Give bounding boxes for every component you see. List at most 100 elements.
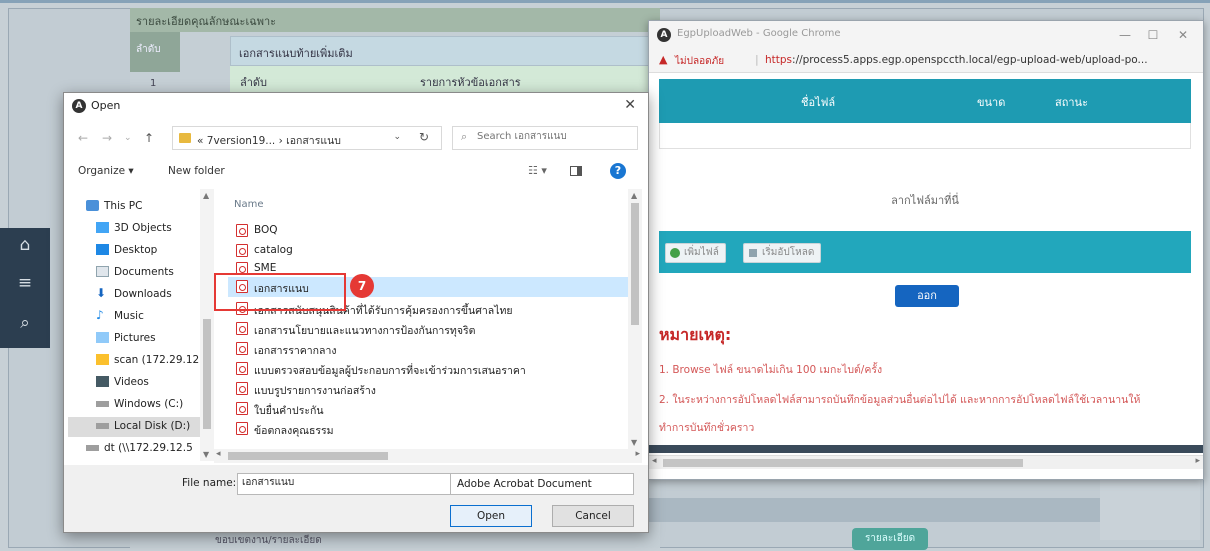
pdf-icon [236,382,248,395]
file-row[interactable]: แบบรูปรายการงานก่อสร้าง [228,379,628,399]
file-row[interactable]: catalog [228,241,628,261]
scroll-up-icon[interactable]: ▲ [631,191,637,200]
note-line-3: ทำการบันทึกชั่วคราว [659,422,755,434]
back-arrow-icon[interactable]: ← [78,131,88,145]
file-row[interactable]: เอกสารนโยบายและแนวทางการป้องกันการทุจริต [228,319,628,339]
tree-scrollbar[interactable]: ▲ ▼ [200,189,214,461]
tree-label: This PC [104,200,143,212]
organize-button[interactable]: Organize ▾ [78,165,134,177]
file-row[interactable]: ใบยื่นคำประกัน [228,399,628,419]
add-file-button[interactable]: เพิ่มไฟล์ [665,243,726,263]
tree-item-downloads[interactable]: ⬇ Downloads [68,285,200,305]
file-type-select[interactable]: Adobe Acrobat Document ⌄ [450,473,634,495]
tree-item-this-pc[interactable]: This PC [68,197,200,217]
tree-item-local-disk-d[interactable]: Local Disk (D:) [68,417,200,437]
tree-item-scan[interactable]: scan (172.29.12.1 [68,351,209,371]
start-upload-label: เริ่มอัปโหลด [762,247,815,258]
file-name: catalog [254,244,293,256]
detail-button[interactable]: รายละเอียด [852,528,928,550]
recent-chevron-icon[interactable]: ⌄ [124,133,132,143]
tree-item-videos[interactable]: Videos [68,373,200,393]
chrome-title-bar: A EgpUploadWeb - Google Chrome — ☐ ✕ [649,21,1203,49]
home-icon[interactable]: ⌂ [14,234,36,256]
file-row[interactable]: BOQ [228,221,628,241]
new-folder-button[interactable]: New folder [168,165,225,177]
forward-arrow-icon[interactable]: → [102,131,112,145]
tree-label: Pictures [114,332,156,344]
tree-item-documents[interactable]: Documents [68,263,200,283]
folder-icon [179,133,191,143]
preview-pane-icon[interactable] [570,166,582,176]
tree-label: dt (\\172.29.12.5 [104,442,193,454]
chrome-address-bar[interactable]: ▲ ไม่ปลอดภัย | https://process5.apps.egp… [649,49,1203,73]
3d-objects-icon [96,222,109,233]
file-name-input[interactable] [242,477,442,488]
tree-item-music[interactable]: ♪ Music [68,307,200,327]
file-row[interactable]: ข้อตกลงคุณธรรม [228,419,628,439]
view-options-icon[interactable]: ☷ ▾ [528,164,547,177]
detail-header: รายละเอียดคุณลักษณะเฉพาะ [130,8,660,32]
address-separator: | [755,53,759,66]
chrome-horizontal-scrollbar[interactable]: ◂ ▸ [649,455,1203,469]
scroll-thumb[interactable] [663,459,1023,467]
scroll-down-icon[interactable]: ▼ [203,450,209,459]
url-text: https://process5.apps.egp.openspccth.loc… [765,54,1148,66]
open-button[interactable]: Open [450,505,532,527]
side-nav: ⌂ ≡ ⌕ [0,228,50,348]
file-name-field[interactable]: ⌄ [237,473,469,495]
file-list-pane: Name BOQ catalog SME เอกสารแนบ เอกสารสนั… [224,189,644,459]
scroll-right-icon[interactable]: ▸ [1195,456,1200,466]
tree-item-windows-c[interactable]: Windows (C:) [68,395,200,415]
file-row[interactable]: แบบตรวจสอบข้อมูลผู้ประกอบการที่จะเข้าร่ว… [228,359,628,379]
scroll-left-icon[interactable]: ◂ [216,449,221,459]
menu-icon[interactable]: ≡ [14,272,36,294]
exit-button[interactable]: ออก [895,285,959,307]
drive-icon [96,423,109,429]
scroll-thumb[interactable] [203,319,211,429]
search-icon[interactable]: ⌕ [14,312,36,334]
help-icon[interactable]: ? [610,163,626,179]
scroll-thumb[interactable] [228,452,388,460]
scroll-right-icon[interactable]: ▸ [635,449,640,459]
file-type-dropdown-icon[interactable]: ⌄ [457,478,627,488]
tree-label: Desktop [114,244,158,256]
path-bar[interactable]: « 7version19... › เอกสารแนบ ⌄ ↻ [172,126,442,150]
name-column-header[interactable]: Name [234,199,264,210]
attachment-header-text: เอกสารแนบท้ายเพิ่มเติม [239,47,353,60]
file-list-scrollbar[interactable]: ▲ ▼ [628,189,642,449]
up-arrow-icon[interactable]: ↑ [144,131,154,145]
tree-item-desktop[interactable]: Desktop [68,241,200,261]
music-icon: ♪ [96,308,104,322]
pdf-icon [236,322,248,335]
file-name: เอกสารนโยบายและแนวทางการป้องกันการทุจริต [254,325,476,337]
tree-label: Music [114,310,144,322]
scroll-left-icon[interactable]: ◂ [652,456,657,466]
maximize-icon[interactable]: ☐ [1143,26,1163,44]
scroll-down-icon[interactable]: ▼ [631,438,637,447]
tree-item-pictures[interactable]: Pictures [68,329,200,349]
search-box[interactable]: ⌕ [452,126,638,150]
tree-label: Videos [114,376,149,388]
scroll-up-icon[interactable]: ▲ [203,191,209,200]
url-rest: ://process5.apps.egp.openspccth.local/eg… [792,54,1148,66]
drop-zone-text[interactable]: ลากไฟล์มาที่นี่ [659,191,1191,209]
scroll-thumb[interactable] [631,203,639,325]
file-name: เอกสารราคากลาง [254,345,337,357]
file-row[interactable]: เอกสารราคากลาง [228,339,628,359]
background-bottom-bar [640,498,1100,522]
refresh-icon[interactable]: ↻ [419,130,429,144]
attachment-columns: ลำดับ รายการหัวข้อเอกสาร [230,66,660,94]
path-dropdown-icon[interactable]: ⌄ [393,132,401,142]
minimize-icon[interactable]: — [1115,26,1135,44]
step-number-badge: 7 [350,274,374,298]
tree-item-dt[interactable]: dt (\\172.29.12.5 [68,439,200,459]
cancel-button[interactable]: Cancel [552,505,634,527]
path-text: « 7version19... › เอกสารแนบ [197,135,341,147]
tree-item-3d-objects[interactable]: 3D Objects [68,219,200,239]
close-icon[interactable]: ✕ [624,97,636,113]
dialog-nav-bar: ← → ⌄ ↑ « 7version19... › เอกสารแนบ ⌄ ↻ … [64,123,648,153]
close-icon[interactable]: ✕ [1173,26,1193,44]
search-input[interactable] [477,131,627,142]
file-list-horizontal-scrollbar[interactable]: ◂ ▸ [214,449,642,463]
start-upload-button[interactable]: เริ่มอัปโหลด [743,243,822,263]
